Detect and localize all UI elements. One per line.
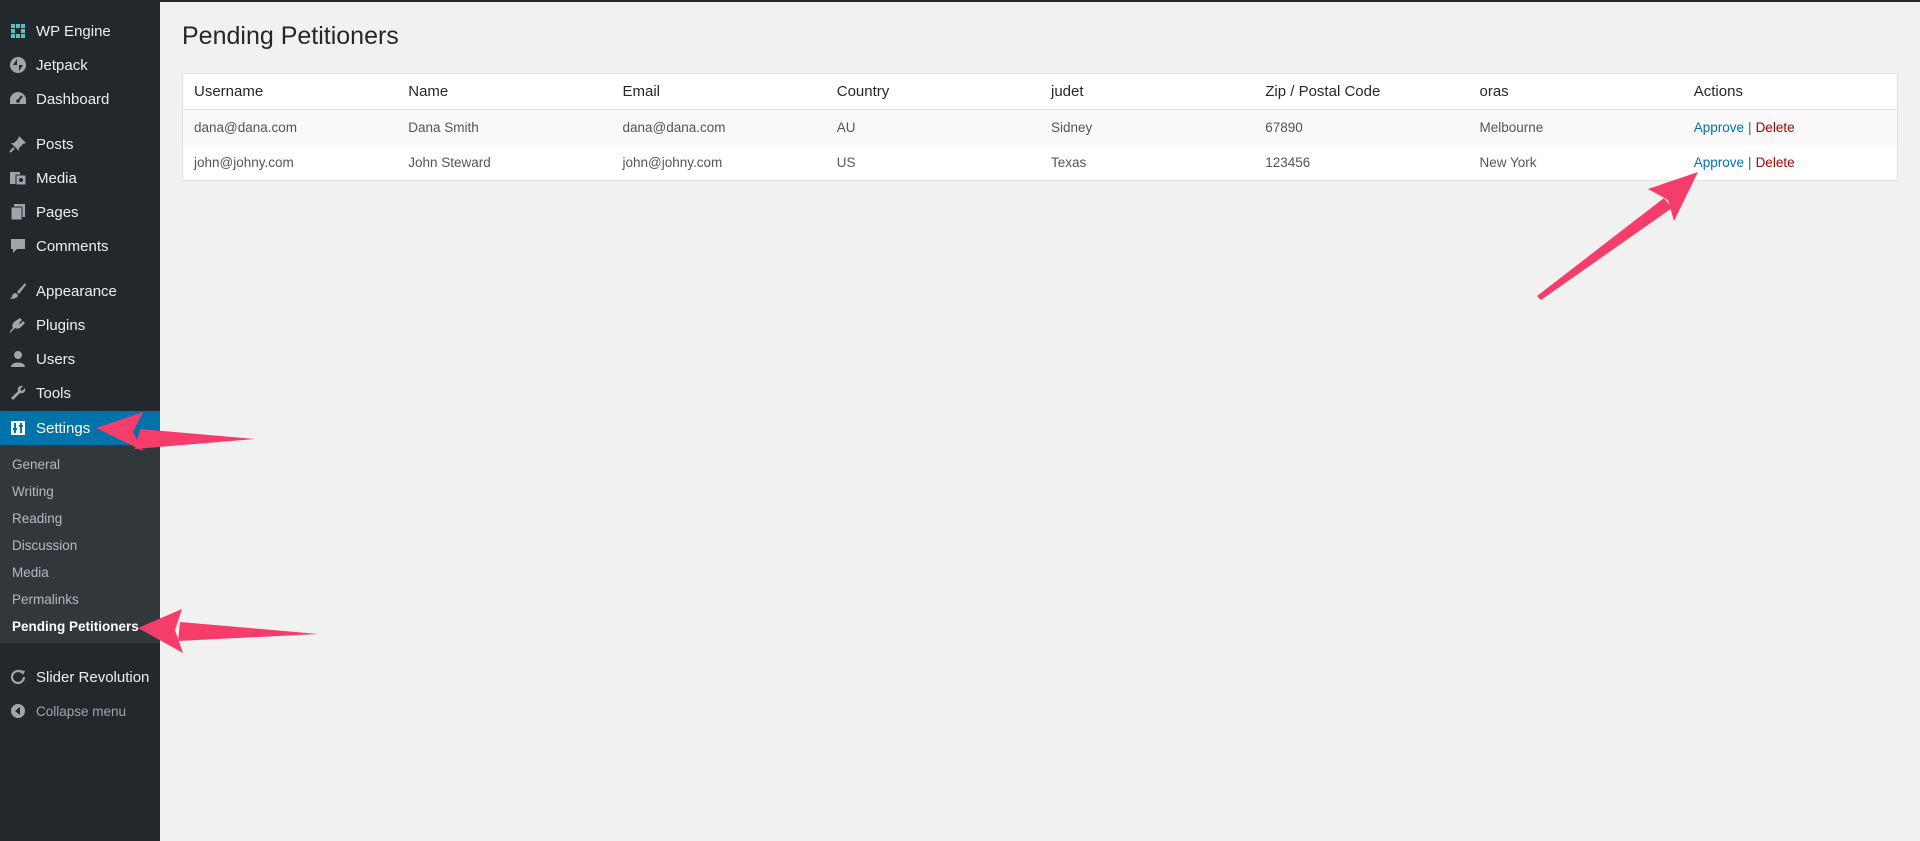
pages-icon (0, 195, 36, 229)
sidebar-item-label: Users (36, 350, 76, 368)
sidebar-item-label: Comments (36, 237, 109, 255)
approve-link[interactable]: Approve (1694, 155, 1744, 170)
column-header: oras (1479, 83, 1509, 100)
sidebar-item-wp-engine[interactable]: WP Engine (0, 14, 160, 48)
jetpack-icon (0, 48, 36, 82)
delete-link[interactable]: Delete (1756, 155, 1795, 170)
sidebar-item-label: Media (36, 169, 77, 187)
sidebar-item-label: Dashboard (36, 90, 110, 108)
sidebar-item-users[interactable]: Users (0, 342, 160, 376)
action-separator: | (1748, 120, 1752, 135)
sidebar-item-pages[interactable]: Pages (0, 195, 160, 229)
brush-icon (0, 274, 36, 308)
submenu-media[interactable]: Media (12, 565, 49, 580)
sidebar-item-dashboard[interactable]: Dashboard (0, 82, 160, 116)
refresh-icon (0, 660, 36, 694)
table-row: dana@dana.com Dana Smith dana@dana.com A… (183, 110, 1897, 145)
submenu-discussion[interactable]: Discussion (12, 538, 77, 553)
collapse-arrow-icon (0, 703, 36, 719)
cell-country: AU (836, 120, 856, 135)
admin-sidebar: WP Engine Jetpack Dashboard Posts Media … (0, 0, 160, 841)
sidebar-item-label: Slider Revolution (36, 668, 150, 686)
plugin-icon (0, 308, 36, 342)
page-title: Pending Petitioners (182, 22, 399, 50)
cell-email: john@johny.com (622, 155, 723, 170)
submenu-general[interactable]: General (12, 457, 60, 472)
wrench-icon (0, 376, 36, 410)
main-content: Pending Petitioners Username Name Email … (160, 2, 1920, 841)
cell-oras: New York (1479, 155, 1537, 170)
cell-name: John Steward (408, 155, 491, 170)
cell-username: john@johny.com (194, 155, 294, 170)
cell-judet: Sidney (1051, 120, 1093, 135)
column-header: Name (408, 83, 449, 100)
cell-actions: Approve | Delete (1683, 155, 1897, 170)
submenu-permalinks[interactable]: Permalinks (12, 592, 79, 607)
cell-zip: 123456 (1265, 155, 1311, 170)
cell-zip: 67890 (1265, 120, 1303, 135)
column-header: judet (1051, 83, 1084, 100)
submenu-pending-petitioners[interactable]: Pending Petitioners (12, 619, 139, 634)
sidebar-item-plugins[interactable]: Plugins (0, 308, 160, 342)
approve-link[interactable]: Approve (1694, 120, 1744, 135)
sidebar-item-label: Pages (36, 203, 79, 221)
pin-icon (0, 127, 36, 161)
sidebar-item-label: Jetpack (36, 56, 88, 74)
table-row: john@johny.com John Steward john@johny.c… (183, 145, 1897, 180)
petitioners-table: Username Name Email Country judet Zip / … (182, 73, 1898, 181)
cell-email: dana@dana.com (622, 120, 726, 135)
sidebar-item-label: Appearance (36, 282, 117, 300)
sidebar-item-media[interactable]: Media (0, 161, 160, 195)
column-header: Username (194, 83, 264, 100)
wp-engine-icon (0, 14, 36, 48)
dashboard-icon (0, 82, 36, 116)
cell-username: dana@dana.com (194, 120, 298, 135)
cell-oras: Melbourne (1479, 120, 1544, 135)
sidebar-item-label: Plugins (36, 316, 86, 334)
sidebar-item-comments[interactable]: Comments (0, 229, 160, 263)
action-separator: | (1748, 155, 1752, 170)
column-header: Country (836, 83, 890, 100)
submenu-reading[interactable]: Reading (12, 511, 62, 526)
sidebar-item-settings[interactable]: Settings (0, 411, 160, 445)
cell-name: Dana Smith (408, 120, 479, 135)
sidebar-item-jetpack[interactable]: Jetpack (0, 48, 160, 82)
delete-link[interactable]: Delete (1756, 120, 1795, 135)
sidebar-item-tools[interactable]: Tools (0, 376, 160, 410)
sidebar-item-posts[interactable]: Posts (0, 127, 160, 161)
users-icon (0, 342, 36, 376)
settings-submenu: General Writing Reading Discussion Media… (0, 445, 160, 643)
cell-actions: Approve | Delete (1683, 120, 1897, 135)
cell-country: US (836, 155, 856, 170)
submenu-writing[interactable]: Writing (12, 484, 54, 499)
sidebar-item-slider-revolution[interactable]: Slider Revolution (0, 660, 160, 694)
settings-icon (0, 411, 36, 445)
column-header: Actions (1693, 83, 1743, 100)
collapse-menu-label: Collapse menu (36, 703, 127, 719)
sidebar-item-label: Tools (36, 384, 72, 402)
media-icon (0, 161, 36, 195)
table-header-row: Username Name Email Country judet Zip / … (183, 74, 1897, 110)
collapse-menu-button[interactable]: Collapse menu (0, 700, 160, 722)
sidebar-item-label: WP Engine (36, 22, 111, 40)
cell-judet: Texas (1051, 155, 1087, 170)
column-header: Email (622, 83, 661, 100)
sidebar-item-label: Posts (36, 135, 74, 153)
sidebar-item-label: Settings (36, 419, 91, 437)
comments-icon (0, 229, 36, 263)
column-header: Zip / Postal Code (1265, 83, 1381, 100)
sidebar-item-appearance[interactable]: Appearance (0, 274, 160, 308)
